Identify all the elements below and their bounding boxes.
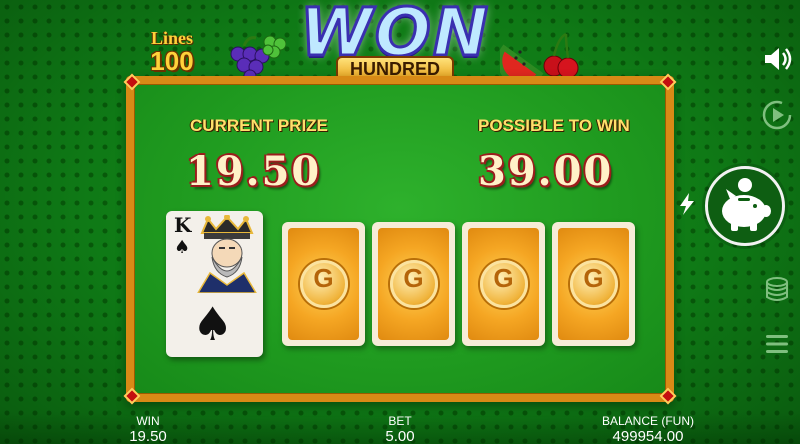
sound-button[interactable] [760,42,794,76]
bet-value: 5.00 [385,428,415,444]
bet-stat: BET 5.00 [372,414,428,444]
balance-value: 499954.00 [612,428,684,444]
coins-stack-icon [766,277,788,301]
king-portrait-icon [196,214,258,298]
autoplay-button[interactable] [760,98,794,132]
g-coin-icon: G [569,260,618,308]
menu-button[interactable] [764,332,790,356]
current-prize-value: 19.50 [186,148,322,195]
collect-piggy-button[interactable] [705,166,785,246]
win-stat: WIN 19.50 [118,414,178,444]
turbo-button[interactable] [678,192,696,216]
lines-value: 100 [150,46,194,76]
revealed-card: K ♠ ♠ [166,211,263,357]
g-coin-icon: G [389,260,438,308]
possible-win-label: POSSIBLE TO WIN [478,116,630,135]
watermelon-cherries-icon [500,28,580,82]
win-label: WIN [136,414,160,428]
hidden-card-2[interactable]: G [372,222,455,346]
balance-label: BALANCE (FUN) [601,414,694,428]
balance-stat: BALANCE (FUN) 499954.00 [590,414,706,444]
bet-coins-button[interactable] [764,276,790,304]
win-value: 19.50 [129,428,167,444]
card-suit-big: ♠ [192,297,234,351]
hidden-card-3[interactable]: G [462,222,545,346]
card-back-pattern: G [558,228,629,340]
card-rank: K [174,213,192,237]
possible-win-value: 39.00 [478,148,614,195]
lines-badge: Lines 100 [140,28,204,76]
piggy-bank-icon [722,178,771,231]
hidden-card-4[interactable]: G [552,222,635,346]
card-back-pattern: G [378,228,449,340]
g-coin-icon: G [299,260,348,308]
status-bar: WIN 19.50 BET 5.00 BALANCE (FUN) 499954.… [0,412,800,444]
card-suit-small: ♠ [174,237,191,258]
sound-icon [765,48,792,70]
card-back-pattern: G [288,228,359,340]
grapes-clover-icon [224,30,286,82]
bet-label: BET [388,414,412,428]
card-back-pattern: G [468,228,539,340]
menu-icon [766,335,788,353]
lightning-icon [680,193,694,215]
hidden-card-1[interactable]: G [282,222,365,346]
current-prize-label: CURRENT PRIZE [190,116,328,135]
game-logo: WON HUNDRED [282,0,508,84]
g-coin-icon: G [479,260,528,308]
autoplay-icon [762,100,792,130]
